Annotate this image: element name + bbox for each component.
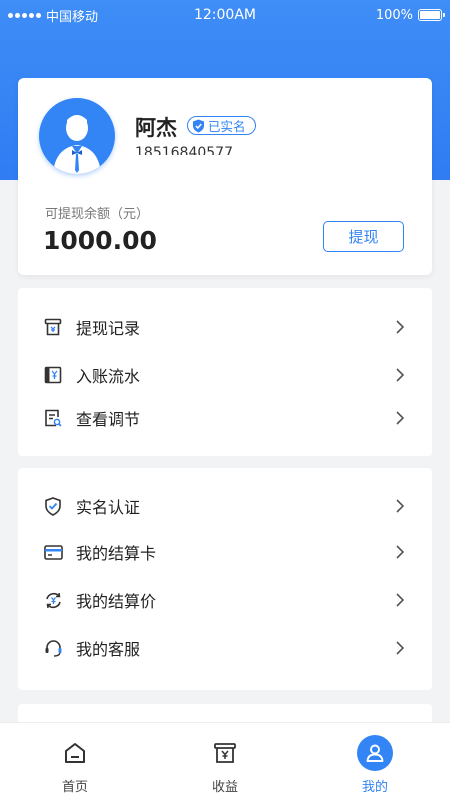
chevron-right-icon	[396, 545, 405, 559]
wallet-icon	[207, 735, 243, 771]
battery-icon	[418, 9, 445, 21]
menu-item-settlement-card[interactable]: 我的结算卡	[18, 530, 432, 574]
status-bar: 中国移动 12:00AM 100%	[0, 0, 450, 30]
clock: 12:00AM	[193, 7, 256, 23]
card-icon	[43, 542, 63, 562]
menu-item-view-adjustments[interactable]: 查看调节	[18, 396, 432, 440]
chevron-right-icon	[396, 593, 405, 607]
menu-label: 查看调节	[76, 410, 141, 429]
carrier-label: 中国移动	[46, 9, 99, 25]
chevron-right-icon	[396, 499, 405, 513]
withdraw-button[interactable]: 提现	[323, 221, 404, 252]
menu-label: 我的结算卡	[76, 544, 157, 563]
menu-item-settlement-price[interactable]: 我的结算价	[18, 578, 432, 622]
signal-icon	[8, 12, 41, 18]
tab-home[interactable]: 首页	[0, 723, 150, 800]
menu-label: 提现记录	[76, 319, 141, 338]
balance-value: 1000.00	[43, 226, 157, 255]
user-icon	[357, 735, 393, 771]
menu-item-withdraw-records[interactable]: 提现记录	[18, 305, 432, 349]
tab-earnings[interactable]: 收益	[150, 723, 300, 800]
chevron-right-icon	[396, 320, 405, 334]
tab-label: 收益	[211, 780, 238, 795]
receipt-icon	[43, 317, 63, 337]
document-search-icon	[43, 408, 63, 428]
menu-label: 入账流水	[76, 367, 141, 386]
phone-number: 18516840577	[135, 145, 233, 155]
menu-item-real-name-auth[interactable]: 实名认证	[18, 484, 432, 528]
avatar[interactable]	[39, 98, 115, 174]
ledger-icon	[43, 365, 63, 385]
menu-item-income-flow[interactable]: 入账流水	[18, 353, 432, 397]
verified-label: 已实名	[208, 119, 246, 134]
person-icon	[53, 115, 101, 174]
shield-check-icon	[43, 496, 63, 516]
menu-label: 我的结算价	[76, 592, 157, 611]
balance-label: 可提现余额（元）	[45, 207, 150, 222]
tab-label: 首页	[61, 780, 88, 795]
chevron-right-icon	[396, 641, 405, 655]
tab-mine[interactable]: 我的	[300, 723, 450, 800]
exchange-icon	[43, 590, 63, 610]
menu-label: 我的客服	[76, 640, 141, 659]
menu-group-account: 实名认证 我的结算卡 我的结算价 我的客服	[18, 468, 432, 690]
home-icon	[57, 735, 93, 771]
verified-badge: 已实名	[187, 116, 256, 135]
profile-card: 阿杰 已实名 18516840577 可提现余额（元） 1000.00 提现	[18, 78, 432, 275]
battery-percent: 100%	[375, 7, 413, 23]
user-name: 阿杰	[135, 116, 177, 140]
chevron-right-icon	[396, 411, 405, 425]
tab-bar: 首页 收益 我的	[0, 722, 450, 800]
shield-check-icon	[193, 119, 204, 132]
headset-icon	[43, 638, 63, 658]
menu-group-withdrawals: 提现记录 入账流水 查看调节	[18, 288, 432, 456]
tab-label: 我的	[361, 780, 388, 795]
menu-label: 实名认证	[76, 498, 141, 517]
menu-item-customer-service[interactable]: 我的客服	[18, 626, 432, 670]
chevron-right-icon	[396, 368, 405, 382]
